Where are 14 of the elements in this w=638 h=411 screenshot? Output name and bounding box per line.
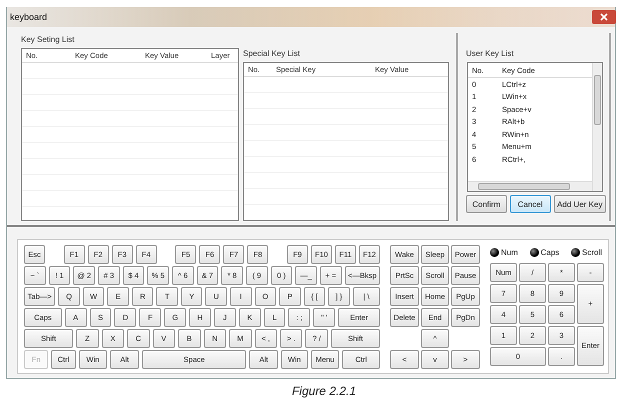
indicator-label: Scroll <box>582 248 602 257</box>
horizontal-scrollbar[interactable] <box>468 181 592 191</box>
figure-caption: Figure 2.2.1 <box>290 384 358 398</box>
indicator-label: Num <box>501 248 518 257</box>
vertical-scrollbar[interactable] <box>592 63 602 191</box>
window-title: keyboard <box>10 12 48 22</box>
group-title: User Key List <box>466 48 515 60</box>
dialog-button[interactable]: Cancel <box>510 195 551 213</box>
group-title: Key Seting List <box>21 34 76 46</box>
close-icon[interactable] <box>592 10 616 24</box>
dialog-button[interactable]: Add Uer Key <box>554 195 606 213</box>
group-title: Special Key List <box>243 48 301 60</box>
dialog-button[interactable]: Confirm <box>466 195 507 213</box>
indicator-label: Caps <box>540 248 560 257</box>
